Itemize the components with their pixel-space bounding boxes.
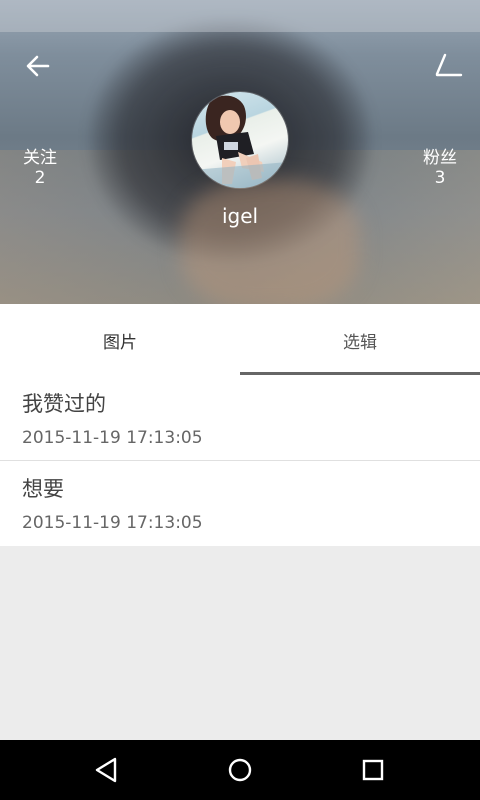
album-title: 我赞过的 bbox=[22, 392, 106, 416]
album-timestamp: 2015-11-19 17:13:05 bbox=[22, 428, 203, 448]
nav-back-button[interactable] bbox=[86, 750, 126, 790]
list-item[interactable]: 我赞过的 2015-11-19 17:13:05 bbox=[0, 376, 480, 461]
tab-indicator bbox=[240, 372, 480, 375]
nav-recent-apps-button[interactable] bbox=[353, 750, 393, 790]
arrow-left-icon bbox=[26, 55, 50, 77]
album-list: 我赞过的 2015-11-19 17:13:05 想要 2015-11-19 1… bbox=[0, 376, 480, 546]
following-label: 关注 bbox=[23, 148, 57, 168]
avatar-image bbox=[192, 95, 288, 188]
edit-button[interactable] bbox=[428, 46, 468, 86]
nav-home-icon bbox=[228, 758, 252, 782]
nav-recent-apps-icon bbox=[362, 759, 384, 781]
nav-home-button[interactable] bbox=[220, 750, 260, 790]
username: igel bbox=[221, 204, 259, 228]
following-stat[interactable]: 关注 2 bbox=[18, 148, 62, 188]
avatar[interactable] bbox=[192, 92, 288, 188]
followers-stat[interactable]: 粉丝 3 bbox=[418, 148, 462, 188]
album-title: 想要 bbox=[22, 477, 64, 501]
system-nav-bar bbox=[0, 740, 480, 800]
profile-header: 关注 2 粉丝 3 igel bbox=[0, 0, 480, 304]
following-count: 2 bbox=[34, 168, 46, 188]
back-button[interactable] bbox=[18, 46, 58, 86]
nav-back-icon bbox=[95, 757, 117, 783]
tab-albums[interactable]: 选辑 bbox=[240, 304, 480, 376]
tab-bar: 图片 选辑 bbox=[0, 304, 480, 376]
background-blur-skin bbox=[180, 180, 360, 304]
edit-icon bbox=[435, 53, 463, 77]
tab-pictures[interactable]: 图片 bbox=[0, 304, 240, 376]
status-bar-area bbox=[0, 0, 480, 32]
list-item[interactable]: 想要 2015-11-19 17:13:05 bbox=[0, 461, 480, 546]
followers-label: 粉丝 bbox=[423, 148, 457, 168]
album-timestamp: 2015-11-19 17:13:05 bbox=[22, 513, 203, 533]
followers-count: 3 bbox=[434, 168, 446, 188]
